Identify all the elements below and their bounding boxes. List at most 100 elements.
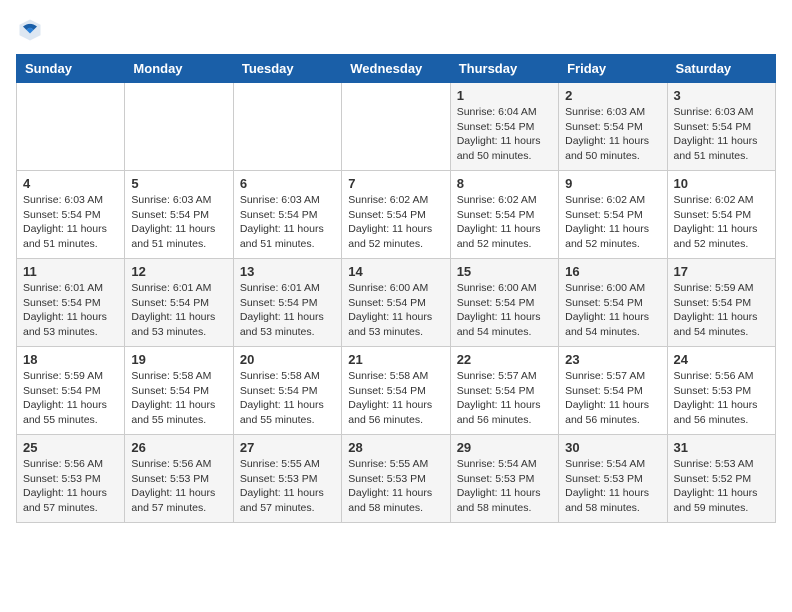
day-number: 26 — [131, 440, 226, 455]
calendar-cell — [125, 83, 233, 171]
cell-info: Sunrise: 6:02 AM Sunset: 5:54 PM Dayligh… — [565, 193, 660, 252]
day-number: 13 — [240, 264, 335, 279]
cell-info: Sunrise: 6:00 AM Sunset: 5:54 PM Dayligh… — [457, 281, 552, 340]
calendar-cell: 5 Sunrise: 6:03 AM Sunset: 5:54 PM Daylig… — [125, 171, 233, 259]
weekday-header-saturday: Saturday — [667, 55, 775, 83]
cell-info: Sunrise: 6:02 AM Sunset: 5:54 PM Dayligh… — [457, 193, 552, 252]
day-number: 6 — [240, 176, 335, 191]
calendar-table: SundayMondayTuesdayWednesdayThursdayFrid… — [16, 54, 776, 523]
calendar-cell: 8 Sunrise: 6:02 AM Sunset: 5:54 PM Daylig… — [450, 171, 558, 259]
day-number: 15 — [457, 264, 552, 279]
cell-info: Sunrise: 5:59 AM Sunset: 5:54 PM Dayligh… — [23, 369, 118, 428]
day-number: 11 — [23, 264, 118, 279]
calendar-cell: 22Sunrise: 5:57 AM Sunset: 5:54 PM Dayli… — [450, 347, 558, 435]
weekday-header-monday: Monday — [125, 55, 233, 83]
calendar-cell: 18 Sunrise: 5:59 AM Sunset: 5:54 PM Dayli… — [17, 347, 125, 435]
calendar-cell: 27 Sunrise: 5:55 AM Sunset: 5:53 PM Dayli… — [233, 435, 341, 523]
calendar-cell: 17 Sunrise: 5:59 AM Sunset: 5:54 PM Dayli… — [667, 259, 775, 347]
day-number: 25 — [23, 440, 118, 455]
cell-info: Sunrise: 6:02 AM Sunset: 5:54 PM Dayligh… — [348, 193, 443, 252]
cell-info: Sunrise: 5:56 AM Sunset: 5:53 PM Dayligh… — [674, 369, 769, 428]
calendar-cell: 30 Sunrise: 5:54 AM Sunset: 5:53 PM Dayli… — [559, 435, 667, 523]
day-number: 31 — [674, 440, 769, 455]
calendar-cell: 4 Sunrise: 6:03 AM Sunset: 5:54 PM Daylig… — [17, 171, 125, 259]
cell-info: Sunrise: 5:57 AM Sunset: 5:54 PM Dayligh… — [565, 369, 660, 428]
day-number: 1 — [457, 88, 552, 103]
cell-info: Sunrise: 5:58 AM Sunset: 5:54 PM Dayligh… — [240, 369, 335, 428]
cell-info: Sunrise: 5:57 AM Sunset: 5:54 PM Dayligh… — [457, 369, 552, 428]
cell-info: Sunrise: 5:56 AM Sunset: 5:53 PM Dayligh… — [131, 457, 226, 516]
day-number: 20 — [240, 352, 335, 367]
calendar-cell: 10Sunrise: 6:02 AM Sunset: 5:54 PM Dayli… — [667, 171, 775, 259]
calendar-cell: 23 Sunrise: 5:57 AM Sunset: 5:54 PM Dayli… — [559, 347, 667, 435]
cell-info: Sunrise: 5:54 AM Sunset: 5:53 PM Dayligh… — [457, 457, 552, 516]
calendar-cell: 29 Sunrise: 5:54 AM Sunset: 5:53 PM Dayli… — [450, 435, 558, 523]
cell-info: Sunrise: 5:56 AM Sunset: 5:53 PM Dayligh… — [23, 457, 118, 516]
day-number: 18 — [23, 352, 118, 367]
weekday-header-thursday: Thursday — [450, 55, 558, 83]
calendar-cell: 28 Sunrise: 5:55 AM Sunset: 5:53 PM Dayli… — [342, 435, 450, 523]
day-number: 12 — [131, 264, 226, 279]
day-number: 30 — [565, 440, 660, 455]
calendar-cell — [342, 83, 450, 171]
calendar-cell: 7 Sunrise: 6:02 AM Sunset: 5:54 PM Daylig… — [342, 171, 450, 259]
cell-info: Sunrise: 6:01 AM Sunset: 5:54 PM Dayligh… — [23, 281, 118, 340]
calendar-cell: 24 Sunrise: 5:56 AM Sunset: 5:53 PM Dayli… — [667, 347, 775, 435]
cell-info: Sunrise: 5:53 AM Sunset: 5:52 PM Dayligh… — [674, 457, 769, 516]
calendar-cell: 13Sunrise: 6:01 AM Sunset: 5:54 PM Dayli… — [233, 259, 341, 347]
day-number: 23 — [565, 352, 660, 367]
calendar-cell: 2 Sunrise: 6:03 AM Sunset: 5:54 PM Daylig… — [559, 83, 667, 171]
day-number: 17 — [674, 264, 769, 279]
weekday-header-sunday: Sunday — [17, 55, 125, 83]
cell-info: Sunrise: 5:59 AM Sunset: 5:54 PM Dayligh… — [674, 281, 769, 340]
cell-info: Sunrise: 5:54 AM Sunset: 5:53 PM Dayligh… — [565, 457, 660, 516]
day-number: 5 — [131, 176, 226, 191]
cell-info: Sunrise: 6:01 AM Sunset: 5:54 PM Dayligh… — [131, 281, 226, 340]
day-number: 4 — [23, 176, 118, 191]
logo — [16, 16, 48, 44]
calendar-cell: 14 Sunrise: 6:00 AM Sunset: 5:54 PM Dayli… — [342, 259, 450, 347]
day-number: 21 — [348, 352, 443, 367]
cell-info: Sunrise: 6:03 AM Sunset: 5:54 PM Dayligh… — [240, 193, 335, 252]
day-number: 3 — [674, 88, 769, 103]
day-number: 8 — [457, 176, 552, 191]
day-number: 27 — [240, 440, 335, 455]
calendar-cell: 15 Sunrise: 6:00 AM Sunset: 5:54 PM Dayli… — [450, 259, 558, 347]
cell-info: Sunrise: 6:04 AM Sunset: 5:54 PM Dayligh… — [457, 105, 552, 164]
calendar-cell: 3 Sunrise: 6:03 AM Sunset: 5:54 PM Daylig… — [667, 83, 775, 171]
calendar-cell: 25 Sunrise: 5:56 AM Sunset: 5:53 PM Dayli… — [17, 435, 125, 523]
day-number: 29 — [457, 440, 552, 455]
weekday-header-friday: Friday — [559, 55, 667, 83]
calendar-cell: 12 Sunrise: 6:01 AM Sunset: 5:54 PM Dayli… — [125, 259, 233, 347]
calendar-cell: 11 Sunrise: 6:01 AM Sunset: 5:54 PM Dayli… — [17, 259, 125, 347]
day-number: 10 — [674, 176, 769, 191]
calendar-cell — [233, 83, 341, 171]
calendar-cell: 31 Sunrise: 5:53 AM Sunset: 5:52 PM Dayli… — [667, 435, 775, 523]
calendar-cell: 26 Sunrise: 5:56 AM Sunset: 5:53 PM Dayli… — [125, 435, 233, 523]
day-number: 28 — [348, 440, 443, 455]
logo-icon — [16, 16, 44, 44]
cell-info: Sunrise: 6:03 AM Sunset: 5:54 PM Dayligh… — [23, 193, 118, 252]
day-number: 7 — [348, 176, 443, 191]
calendar-cell: 6 Sunrise: 6:03 AM Sunset: 5:54 PM Daylig… — [233, 171, 341, 259]
day-number: 14 — [348, 264, 443, 279]
weekday-header-wednesday: Wednesday — [342, 55, 450, 83]
calendar-cell: 16Sunrise: 6:00 AM Sunset: 5:54 PM Dayli… — [559, 259, 667, 347]
cell-info: Sunrise: 6:03 AM Sunset: 5:54 PM Dayligh… — [131, 193, 226, 252]
cell-info: Sunrise: 5:55 AM Sunset: 5:53 PM Dayligh… — [240, 457, 335, 516]
cell-info: Sunrise: 6:00 AM Sunset: 5:54 PM Dayligh… — [348, 281, 443, 340]
cell-info: Sunrise: 6:03 AM Sunset: 5:54 PM Dayligh… — [674, 105, 769, 164]
weekday-header-tuesday: Tuesday — [233, 55, 341, 83]
calendar-cell: 19Sunrise: 5:58 AM Sunset: 5:54 PM Dayli… — [125, 347, 233, 435]
cell-info: Sunrise: 6:03 AM Sunset: 5:54 PM Dayligh… — [565, 105, 660, 164]
cell-info: Sunrise: 5:58 AM Sunset: 5:54 PM Dayligh… — [348, 369, 443, 428]
calendar-cell: 9Sunrise: 6:02 AM Sunset: 5:54 PM Daylig… — [559, 171, 667, 259]
calendar-cell: 1 Sunrise: 6:04 AM Sunset: 5:54 PM Daylig… — [450, 83, 558, 171]
cell-info: Sunrise: 5:55 AM Sunset: 5:53 PM Dayligh… — [348, 457, 443, 516]
day-number: 19 — [131, 352, 226, 367]
day-number: 2 — [565, 88, 660, 103]
calendar-cell: 21 Sunrise: 5:58 AM Sunset: 5:54 PM Dayli… — [342, 347, 450, 435]
day-number: 16 — [565, 264, 660, 279]
calendar-cell — [17, 83, 125, 171]
day-number: 24 — [674, 352, 769, 367]
